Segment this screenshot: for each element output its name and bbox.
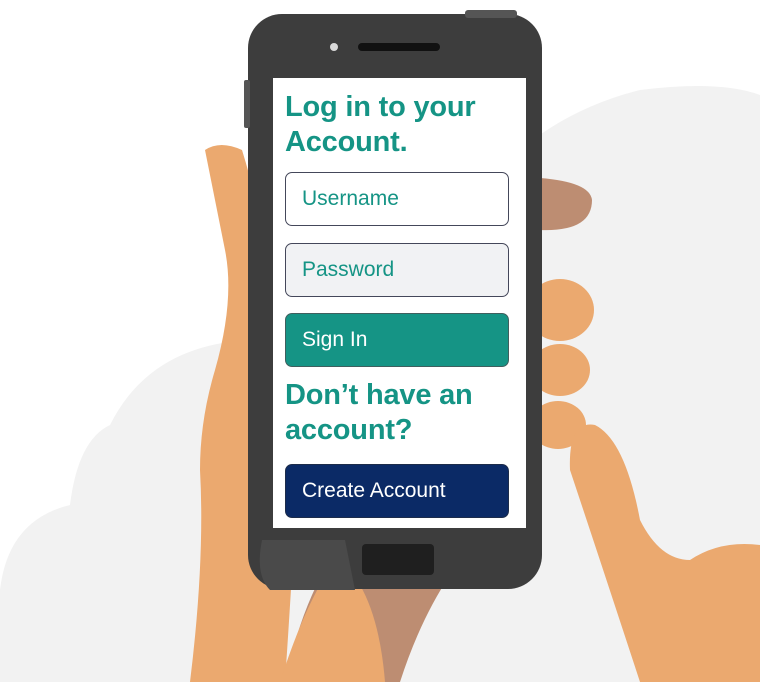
front-camera-icon <box>330 43 338 51</box>
signup-heading: Don’t have an account? <box>285 379 473 446</box>
illustration-scene: Log in to your Account. Username Passwor… <box>0 0 760 682</box>
username-field[interactable]: Username <box>285 172 509 226</box>
sign-in-button[interactable]: Sign In <box>285 313 509 367</box>
create-account-button[interactable]: Create Account <box>285 464 509 518</box>
password-placeholder: Password <box>302 258 395 281</box>
phone-side-button-left <box>244 80 250 128</box>
login-heading: Log in to your Account. <box>285 91 476 158</box>
home-button-icon[interactable] <box>362 544 434 575</box>
create-account-label: Create Account <box>302 479 446 502</box>
phone-side-button-top <box>465 10 517 18</box>
sign-in-label: Sign In <box>302 328 368 351</box>
password-field[interactable]: Password <box>285 243 509 297</box>
phone-sheen <box>259 540 355 590</box>
phone-screen: Log in to your Account. Username Passwor… <box>273 78 526 528</box>
username-placeholder: Username <box>302 187 399 210</box>
earpiece-speaker-icon <box>358 43 440 51</box>
